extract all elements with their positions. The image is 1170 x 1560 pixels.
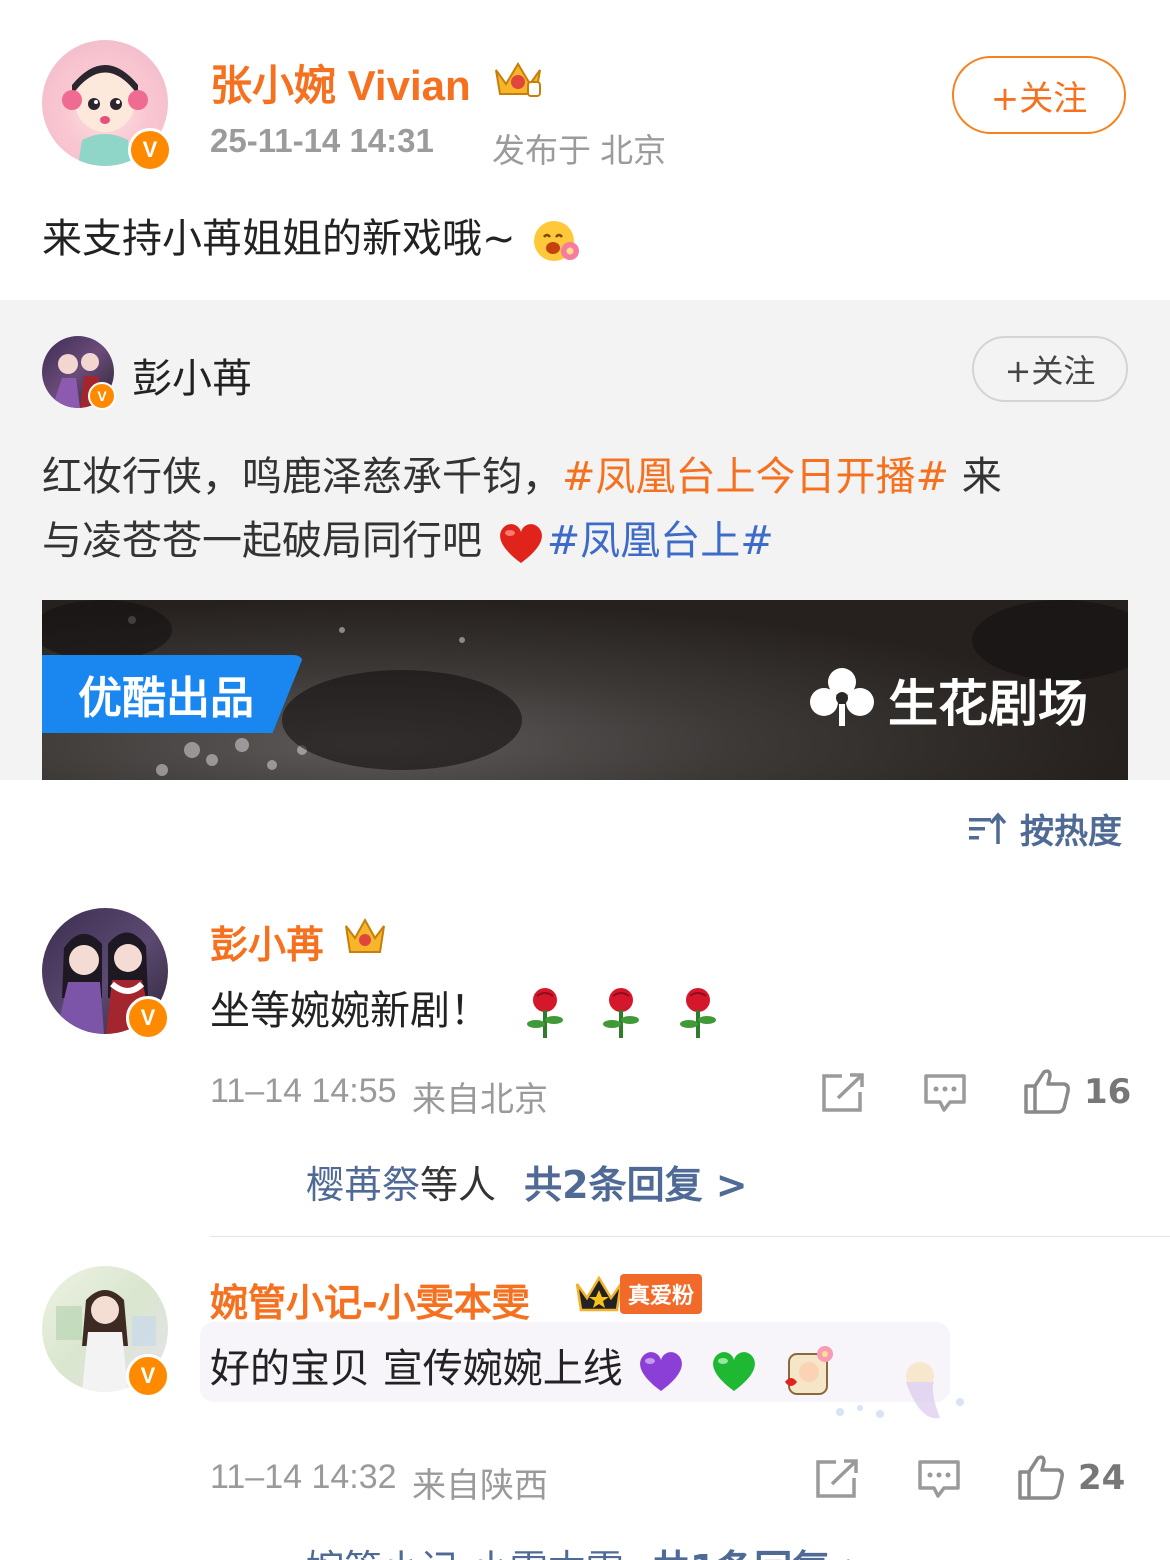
post-author-name[interactable]: 张小婉 Vivian bbox=[210, 52, 471, 113]
hashtag-link[interactable]: #凤凰台上今日开播# bbox=[562, 454, 949, 500]
fairy-sticker-icon bbox=[820, 1352, 970, 1424]
comment-location: 来自陕西 bbox=[412, 1467, 548, 1505]
repost-text-line1: 红妆行侠，鸣鹿泽慈承千钧，#凤凰台上今日开播# 来 bbox=[42, 444, 1002, 502]
flower-logo-icon bbox=[806, 664, 878, 728]
replies-count-link[interactable]: 共2条回复 > bbox=[524, 1163, 748, 1207]
comment-time: 11–14 14:32 bbox=[210, 1458, 397, 1496]
fan-badge-label: 真爱粉 bbox=[620, 1274, 703, 1314]
crown-icon bbox=[490, 56, 546, 100]
replies-user[interactable]: 樱苒祭 bbox=[306, 1163, 420, 1207]
replies-suffix: 等人 bbox=[420, 1163, 497, 1207]
crown-icon bbox=[574, 1274, 624, 1314]
verified-badge-icon: V bbox=[128, 128, 172, 172]
repost-author-name[interactable]: 彭小苒 bbox=[132, 346, 252, 404]
purple-heart-icon bbox=[635, 1347, 687, 1395]
follow-button-label: +关注 bbox=[990, 78, 1088, 119]
crown-level-icon bbox=[342, 914, 388, 958]
post-timestamp: 25-11-14 14:31 bbox=[210, 122, 434, 159]
post-location: 发布于 北京 bbox=[492, 132, 667, 169]
video-banner[interactable]: 优酷出品 生花剧场 bbox=[42, 600, 1128, 780]
repost-text-line2-body: 与凌苍苍一起破局同行吧 bbox=[42, 518, 482, 564]
repost-verified-badge-icon: V bbox=[88, 382, 116, 410]
verified-badge-icon: V bbox=[126, 1354, 170, 1398]
replies-summary[interactable]: 婉管小记-小雯本雯 共1条回复 > bbox=[306, 1538, 875, 1560]
follow-button[interactable]: +关注 bbox=[952, 56, 1126, 134]
share-icon[interactable] bbox=[820, 1072, 866, 1114]
repost-text-line2: 与凌苍苍一起破局同行吧 #凤凰台上# bbox=[42, 508, 774, 567]
verified-badge-icon: V bbox=[126, 996, 170, 1040]
smile-flower-emoji-icon bbox=[530, 215, 582, 267]
like-count: 24 bbox=[1078, 1458, 1126, 1498]
red-heart-icon bbox=[495, 519, 547, 567]
comment-author[interactable]: 彭小苒 bbox=[210, 914, 324, 969]
like-icon[interactable] bbox=[1022, 1066, 1072, 1116]
comment-icon[interactable] bbox=[922, 1072, 968, 1114]
comment-location: 来自北京 bbox=[412, 1081, 548, 1119]
green-heart-icon bbox=[708, 1347, 760, 1395]
replies-user[interactable]: 婉管小记-小雯本雯 bbox=[306, 1547, 624, 1560]
sort-label: 按热度 bbox=[1020, 811, 1122, 852]
banner-brand: 生花剧场 bbox=[888, 674, 1088, 733]
repost-follow-button[interactable]: +关注 bbox=[972, 336, 1128, 402]
comment-body: 好的宝贝 宣传婉婉上线 bbox=[210, 1346, 623, 1392]
like-count: 16 bbox=[1084, 1072, 1132, 1112]
like-icon[interactable] bbox=[1016, 1452, 1066, 1502]
hashtag-link-2[interactable]: #凤凰台上# bbox=[547, 518, 774, 564]
post-body: 来支持小苒姐姐的新戏哦~ bbox=[42, 216, 516, 262]
repost-text-part1: 红妆行侠，鸣鹿泽慈承千钧， bbox=[42, 454, 562, 500]
youku-tag: 优酷出品 bbox=[42, 655, 304, 733]
sort-icon bbox=[966, 808, 1008, 848]
comment-text: 好的宝贝 宣传婉婉上线 bbox=[210, 1336, 839, 1398]
comment-author[interactable]: 婉管小记-小雯本雯 bbox=[210, 1272, 530, 1327]
share-icon[interactable] bbox=[814, 1458, 860, 1500]
replies-summary[interactable]: 樱苒祭等人 共2条回复 > bbox=[306, 1154, 748, 1209]
sort-toggle[interactable]: 按热度 bbox=[966, 806, 1122, 852]
comment-divider bbox=[210, 1236, 1170, 1237]
rose-icon bbox=[597, 986, 645, 1040]
fan-badge: 真爱粉 bbox=[574, 1274, 703, 1314]
replies-count-link[interactable]: 共1条回复 > bbox=[652, 1547, 876, 1560]
rose-icon bbox=[674, 986, 722, 1040]
comment-icon[interactable] bbox=[916, 1458, 962, 1500]
comment-body: 坐等婉婉新剧！ bbox=[210, 988, 490, 1034]
repost-text-part2: 来 bbox=[949, 454, 1002, 500]
comment-time: 11–14 14:55 bbox=[210, 1072, 397, 1110]
comment-text: 坐等婉婉新剧！ bbox=[210, 978, 722, 1040]
repost-follow-label: +关注 bbox=[1004, 352, 1096, 390]
post-text: 来支持小苒姐姐的新戏哦~ bbox=[42, 206, 582, 267]
rose-icon bbox=[521, 986, 569, 1040]
